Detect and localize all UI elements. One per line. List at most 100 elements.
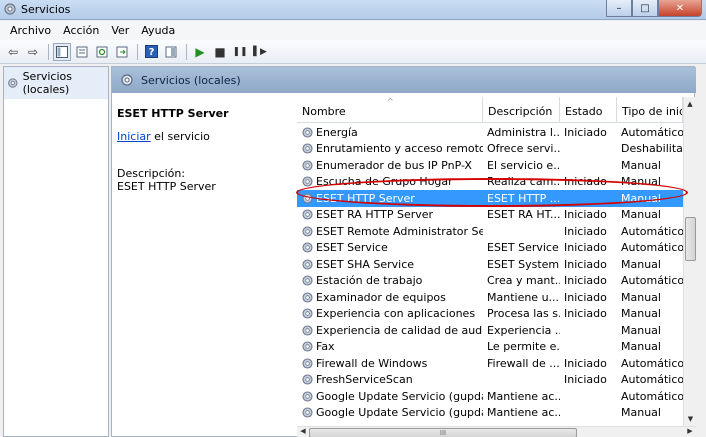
table-row[interactable]: Experiencia con aplicaciones Procesa las … <box>297 306 683 323</box>
table-row[interactable]: ESET RA HTTP Server ESET RA HT... Iniciado… <box>297 207 683 224</box>
horizontal-scrollbar[interactable]: ◀ III ▶ <box>297 426 696 437</box>
refresh-icon[interactable] <box>93 43 111 61</box>
forward-icon[interactable]: ⇨ <box>24 43 42 61</box>
service-name: ESET RA HTTP Server <box>316 208 434 222</box>
service-description-pane: ESET HTTP Server Iniciar el servicio Des… <box>117 107 292 193</box>
play-icon[interactable]: ▶ <box>191 43 209 61</box>
table-row[interactable]: Firewall de Windows Firewall de ... Inicia… <box>297 355 683 372</box>
start-service-link[interactable]: Iniciar <box>117 130 151 143</box>
service-name: ESET SHA Service <box>316 257 415 271</box>
service-name: Examinador de equipos <box>316 290 446 304</box>
table-row[interactable]: Experiencia de calidad de audio y ... Exp… <box>297 322 683 339</box>
menu-ver[interactable]: Ver <box>105 24 135 37</box>
column-header-state[interactable]: Estado <box>560 97 617 123</box>
cell-startup-type: Manual <box>621 257 661 271</box>
table-row[interactable]: Google Update Servicio (gupdatem) Mantien… <box>297 405 683 422</box>
cell-description: Firewall de ... <box>487 356 560 370</box>
table-row[interactable]: Enrutamiento y acceso remoto Ofrece servi… <box>297 141 683 158</box>
service-gear-icon <box>302 341 313 352</box>
service-gear-icon <box>302 391 313 402</box>
service-name: ESET Remote Administrator Server <box>316 224 483 238</box>
cell-state: Iniciado <box>564 208 607 222</box>
cell-name: FreshServiceScan <box>297 373 483 386</box>
menu-accion[interactable]: Acción <box>57 24 105 37</box>
table-row[interactable]: Escucha de Grupo Hogar Realiza cam... Inic… <box>297 174 683 191</box>
restart-icon[interactable]: ▌▶ <box>251 43 269 61</box>
scroll-down-icon[interactable]: ▼ <box>684 412 696 426</box>
column-header-startup-type[interactable]: Tipo de inicio <box>617 97 683 123</box>
cell-description: Realiza cam... <box>487 175 560 189</box>
column-header-name[interactable]: ^ Nombre <box>297 97 483 123</box>
stop-icon[interactable]: ■ <box>211 43 229 61</box>
cell-name: Fax <box>297 340 483 353</box>
export-list-icon[interactable] <box>113 43 131 61</box>
service-gear-icon <box>302 325 313 336</box>
toolbar-separator <box>48 43 49 60</box>
selected-service-name: ESET HTTP Server <box>117 107 229 120</box>
cell-state: Iniciado <box>564 241 607 255</box>
properties-icon[interactable] <box>73 43 91 61</box>
minimize-button[interactable]: – <box>606 0 632 17</box>
cell-name: Enrutamiento y acceso remoto <box>297 142 483 155</box>
cell-name: ESET Service <box>297 241 483 254</box>
cell-state: Iniciado <box>564 307 607 321</box>
services-list: ^ Nombre Descripción Estado Tipo de inic… <box>297 97 696 437</box>
service-name: Enrutamiento y acceso remoto <box>316 142 483 156</box>
cell-name: ESET Remote Administrator Server <box>297 225 483 238</box>
cell-state: Iniciado <box>564 274 607 288</box>
tree-item-services-local[interactable]: Servicios (locales) <box>4 67 108 99</box>
cell-name: Examinador de equipos <box>297 291 483 304</box>
start-service-line: Iniciar el servicio <box>117 130 292 143</box>
maximize-button[interactable]: □ <box>632 0 658 17</box>
vertical-scrollbar[interactable]: ▲ ▼ <box>683 97 696 426</box>
service-name: Firewall de Windows <box>316 356 428 370</box>
back-icon[interactable]: ⇦ <box>4 43 22 61</box>
table-row[interactable]: ESET HTTP Server ESET HTTP ... Manual <box>297 190 683 207</box>
cell-startup-type: Manual <box>621 208 661 222</box>
table-row[interactable]: FreshServiceScan Iniciado Automático <box>297 372 683 389</box>
service-name: Experiencia de calidad de audio y ... <box>316 323 483 337</box>
cell-startup-type: Automático <box>621 373 683 387</box>
cell-state: Iniciado <box>564 257 607 271</box>
table-row[interactable]: ESET Remote Administrator Server Iniciado… <box>297 223 683 240</box>
table-row[interactable]: ESET Service ESET Service Iniciado Automáti… <box>297 240 683 257</box>
help-icon[interactable]: ? <box>142 43 160 61</box>
cell-state: Iniciado <box>564 290 607 304</box>
table-row[interactable]: Energía Administra l... Iniciado Automático <box>297 124 683 141</box>
close-button[interactable]: ✕ <box>658 0 702 17</box>
table-row[interactable]: Estación de trabajo Crea y mant... Iniciad… <box>297 273 683 290</box>
service-gear-icon <box>302 209 313 220</box>
scroll-left-icon[interactable]: ◀ <box>297 427 309 435</box>
service-name: Energía <box>316 125 358 139</box>
show-hide-icon[interactable] <box>162 43 180 61</box>
toolbar-separator <box>186 43 187 60</box>
cell-name: Energía <box>297 126 483 139</box>
table-row[interactable]: Fax Le permite e... Manual <box>297 339 683 356</box>
horizontal-scroll-thumb[interactable]: III <box>309 428 577 437</box>
console-tree: Servicios (locales) <box>3 66 109 437</box>
service-gear-icon <box>302 308 313 319</box>
service-name: Google Update Servicio (gupdate) <box>316 389 483 403</box>
vertical-scroll-thumb[interactable] <box>685 217 696 261</box>
cell-description: ESET RA HT... <box>487 208 560 222</box>
start-service-suffix: el servicio <box>150 130 210 143</box>
table-row[interactable]: Google Update Servicio (gupdate) Mantiene… <box>297 388 683 405</box>
scroll-right-icon[interactable]: ▶ <box>684 427 696 435</box>
column-header-description[interactable]: Descripción <box>483 97 560 123</box>
column-header-label: Nombre <box>302 105 346 118</box>
table-row[interactable]: ESET SHA Service ESET System... Iniciado Ma… <box>297 256 683 273</box>
pause-icon[interactable]: ❚❚ <box>231 43 249 61</box>
cell-description: Procesa las s... <box>487 307 560 321</box>
scroll-up-icon[interactable]: ▲ <box>684 97 696 111</box>
cell-name: ESET HTTP Server <box>297 192 483 205</box>
cell-description: Ofrece servi... <box>487 142 560 156</box>
table-row[interactable]: Examinador de equipos Mantiene u... Inicia… <box>297 289 683 306</box>
cell-startup-type: Manual <box>621 307 661 321</box>
table-row[interactable]: Enumerador de bus IP PnP-X El servicio e.… <box>297 157 683 174</box>
description-label: Descripción: <box>117 167 186 180</box>
menu-ayuda[interactable]: Ayuda <box>135 24 181 37</box>
menu-archivo[interactable]: Archivo <box>4 24 57 37</box>
console-tree-icon[interactable] <box>53 42 71 61</box>
service-name: Google Update Servicio (gupdatem) <box>316 406 483 420</box>
cell-state: Iniciado <box>564 125 607 139</box>
